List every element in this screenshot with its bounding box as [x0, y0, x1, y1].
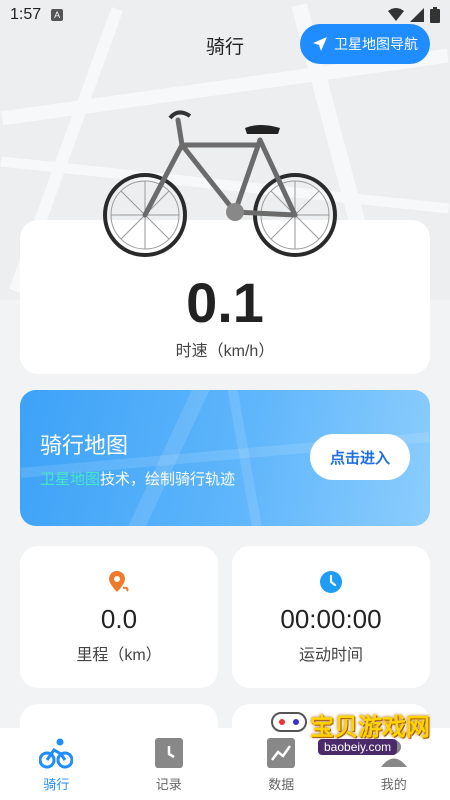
battery-icon — [430, 7, 440, 23]
satellite-nav-label: 卫星地图导航 — [334, 36, 418, 52]
duration-label: 运动时间 — [298, 647, 363, 664]
bike-icon — [39, 738, 74, 769]
tab-records[interactable]: 记录 — [113, 728, 226, 800]
tab-riding[interactable]: 骑行 — [0, 728, 113, 800]
navigation-arrow-icon — [313, 37, 327, 51]
subtitle-highlight: 卫星地图 — [40, 471, 101, 488]
signal-icon — [410, 8, 424, 22]
location-pin-icon — [109, 571, 129, 592]
riding-map-card[interactable]: 骑行地图 卫星地图技术，绘制骑行轨迹 点击进入 — [20, 390, 430, 526]
a-icon: A — [51, 9, 64, 21]
subtitle-rest: 技术，绘制骑行轨迹 — [100, 471, 236, 488]
gamepad-icon — [271, 712, 307, 732]
distance-value: 0.0 — [100, 604, 138, 634]
riding-map-subtitle: 卫星地图技术，绘制骑行轨迹 — [40, 468, 235, 489]
status-time: 1:57 — [10, 6, 42, 23]
clock-icon — [320, 571, 342, 593]
distance-label: 里程（km） — [76, 647, 162, 664]
distance-card: 0.0 里程（km） — [20, 546, 218, 688]
watermark: 宝贝游戏网 baobeiy.com — [270, 707, 430, 777]
wifi-icon — [388, 8, 404, 21]
tab-label-records: 记录 — [155, 777, 182, 792]
riding-map-title: 骑行地图 — [40, 433, 129, 458]
clock-doc-icon — [154, 738, 183, 768]
bicycle-image — [103, 110, 337, 257]
speed-value: 0.1 — [186, 271, 264, 334]
duration-card: 00:00:00 运动时间 — [232, 546, 430, 688]
satellite-nav-button[interactable]: 卫星地图导航 — [300, 24, 430, 64]
enter-button[interactable]: 点击进入 — [310, 434, 410, 480]
tab-label-riding: 骑行 — [43, 777, 70, 792]
watermark-url: baobeiy.com — [318, 739, 398, 755]
speed-unit-label: 时速（km/h） — [175, 343, 275, 360]
duration-value: 00:00:00 — [280, 604, 382, 634]
watermark-text: 宝贝游戏网 — [310, 713, 430, 741]
